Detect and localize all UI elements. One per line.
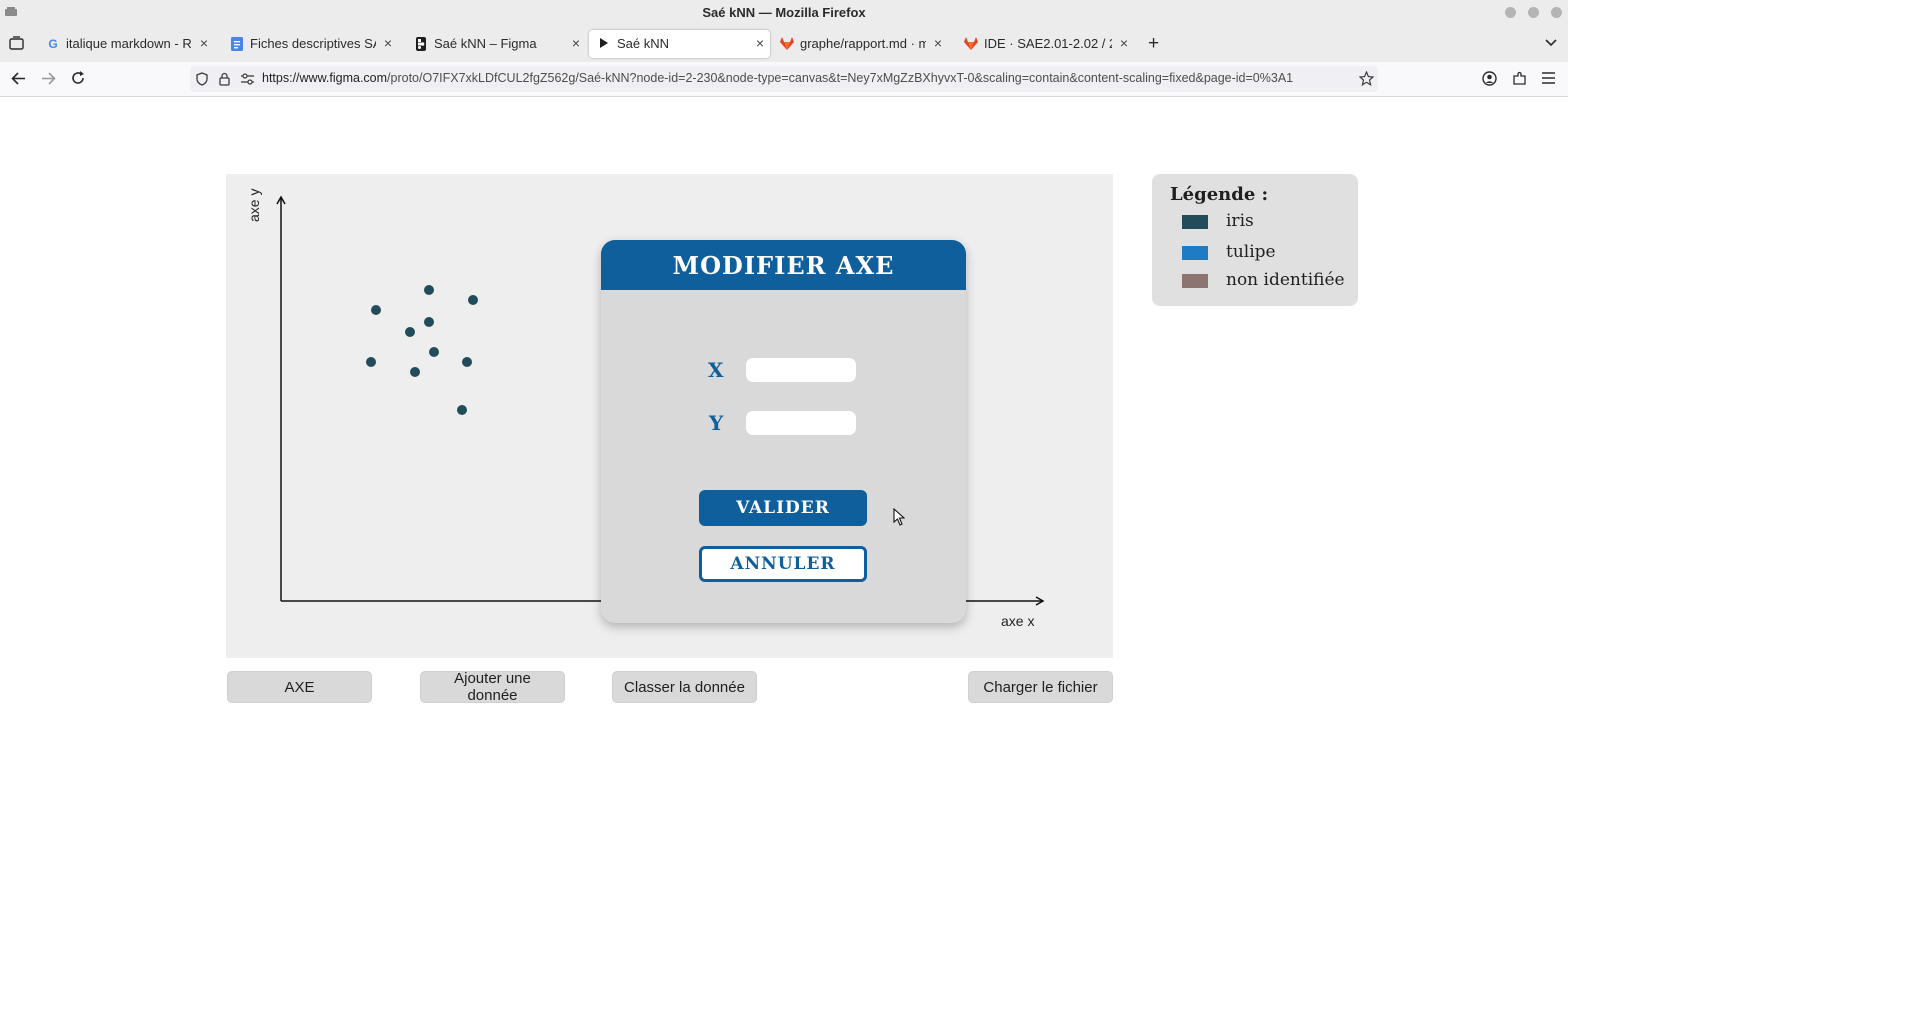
legend-label: tulipe bbox=[1226, 242, 1276, 262]
reload-icon[interactable] bbox=[71, 71, 85, 85]
data-point[interactable] bbox=[424, 317, 434, 327]
data-point[interactable] bbox=[424, 285, 434, 295]
url-domain: https://www.figma.com bbox=[262, 71, 388, 85]
validate-button[interactable]: VALIDER bbox=[699, 490, 867, 526]
data-point[interactable] bbox=[462, 357, 472, 367]
tab-label: italique markdown - Recherche Google bbox=[66, 36, 192, 51]
new-tab-icon[interactable]: + bbox=[1148, 33, 1159, 55]
gitlab-icon bbox=[780, 37, 794, 51]
data-point[interactable] bbox=[468, 295, 478, 305]
permissions-icon[interactable] bbox=[241, 73, 254, 85]
legend-label: non identifiée bbox=[1226, 270, 1345, 290]
load-file-button-label: Charger le fichier bbox=[983, 678, 1098, 696]
close-tab-icon[interactable]: × bbox=[934, 35, 942, 51]
tab-list-overview-icon[interactable] bbox=[9, 36, 24, 50]
y-field-label: Y bbox=[709, 411, 724, 435]
add-data-label-line1: Ajouter une bbox=[454, 670, 531, 687]
tab-label: IDE · SAE2.01-2.02 / 2024 bbox=[984, 36, 1112, 51]
data-point[interactable] bbox=[429, 347, 439, 357]
gitlab-icon bbox=[964, 37, 978, 51]
classify-button-label: Classer la donnée bbox=[624, 678, 745, 696]
lock-icon[interactable] bbox=[219, 72, 230, 86]
tab-figma-file[interactable]: Saé kNN – Figma × bbox=[406, 30, 586, 58]
navigation-bar: https://www.figma.com/proto/O7IFX7xkLDfC… bbox=[0, 62, 1568, 97]
window-title: Saé kNN — Mozilla Firefox bbox=[702, 5, 866, 20]
load-file-button[interactable]: Charger le fichier bbox=[968, 671, 1113, 703]
tab-sae-knn[interactable]: Saé kNN × bbox=[589, 30, 770, 58]
data-point[interactable] bbox=[371, 305, 381, 315]
legend-label: iris bbox=[1226, 211, 1254, 231]
y-field-input[interactable] bbox=[746, 411, 856, 435]
dialog-title: MODIFIER AXE bbox=[601, 240, 966, 290]
tab-gitlab-ide[interactable]: IDE · SAE2.01-2.02 / 2024 × bbox=[956, 30, 1134, 58]
minimize-icon[interactable] bbox=[1505, 7, 1516, 18]
tab-label: Fiches descriptives SAE3.01 bbox=[250, 36, 376, 51]
y-axis-label: axe y bbox=[246, 188, 262, 222]
back-icon[interactable] bbox=[11, 72, 26, 85]
tab-bar: G italique markdown - Recherche Google ×… bbox=[0, 26, 1568, 62]
add-data-label-line2: donnée bbox=[467, 687, 518, 704]
add-data-button[interactable]: Ajouter une donnée bbox=[420, 670, 565, 704]
close-window-icon[interactable] bbox=[1551, 7, 1562, 18]
tab-label: Saé kNN – Figma bbox=[434, 36, 537, 51]
url-path: /proto/O7IFX7xkLDfCUL2fgZ562g/Saé-kNN?no… bbox=[387, 71, 1294, 85]
close-tab-icon[interactable]: × bbox=[572, 35, 580, 51]
play-icon bbox=[597, 37, 611, 51]
maximize-icon[interactable] bbox=[1528, 7, 1539, 18]
tab-gitlab-rapport[interactable]: graphe/rapport.md · main × bbox=[772, 30, 948, 58]
x-field-input[interactable] bbox=[746, 358, 856, 382]
google-icon: G bbox=[48, 37, 58, 51]
axis-button[interactable]: AXE bbox=[227, 671, 372, 703]
tab-google-search[interactable]: G italique markdown - Recherche Google × bbox=[38, 30, 214, 58]
legend-swatch bbox=[1182, 274, 1208, 288]
url-text[interactable]: https://www.figma.com/proto/O7IFX7xkLDfC… bbox=[262, 71, 1342, 85]
tab-label: Saé kNN bbox=[617, 36, 670, 51]
app-menu-icon[interactable] bbox=[1542, 72, 1555, 84]
address-bar[interactable]: https://www.figma.com/proto/O7IFX7xkLDfC… bbox=[190, 66, 1378, 92]
close-tab-icon[interactable]: × bbox=[200, 35, 208, 51]
cancel-button[interactable]: ANNULER bbox=[699, 546, 867, 582]
bookmark-star-icon[interactable] bbox=[1359, 71, 1374, 86]
close-tab-icon[interactable]: × bbox=[1120, 35, 1128, 51]
data-point[interactable] bbox=[366, 357, 376, 367]
legend-title: Légende : bbox=[1170, 184, 1269, 205]
data-points bbox=[366, 285, 478, 415]
legend-swatch bbox=[1182, 246, 1208, 260]
tab-label: graphe/rapport.md · main bbox=[800, 36, 926, 51]
modify-axis-dialog: MODIFIER AXE X Y VALIDER ANNULER bbox=[601, 240, 966, 623]
data-point[interactable] bbox=[410, 367, 420, 377]
tab-fiches-descriptives[interactable]: Fiches descriptives SAE3.01 × bbox=[222, 30, 398, 58]
data-point[interactable] bbox=[405, 327, 415, 337]
close-tab-icon[interactable]: × bbox=[756, 35, 764, 51]
docs-icon bbox=[230, 37, 244, 51]
tab-list-chevron-icon[interactable] bbox=[1545, 39, 1557, 47]
axis-button-label: AXE bbox=[284, 678, 315, 696]
account-icon[interactable] bbox=[1482, 71, 1497, 86]
mouse-cursor-icon bbox=[893, 508, 905, 526]
legend-swatch bbox=[1182, 215, 1208, 229]
window-titlebar: Saé kNN — Mozilla Firefox bbox=[0, 0, 1568, 26]
forward-icon[interactable] bbox=[41, 72, 56, 85]
x-field-label: X bbox=[708, 358, 724, 382]
legend-panel: Légende : iris tulipe non identifiée bbox=[1152, 174, 1358, 306]
tracking-shield-icon[interactable] bbox=[196, 72, 208, 86]
classify-button[interactable]: Classer la donnée bbox=[612, 671, 757, 703]
extensions-icon[interactable] bbox=[1512, 71, 1527, 86]
close-tab-icon[interactable]: × bbox=[384, 35, 392, 51]
x-axis-label: axe x bbox=[1001, 613, 1035, 629]
figma-icon bbox=[414, 37, 428, 51]
data-point[interactable] bbox=[457, 405, 467, 415]
